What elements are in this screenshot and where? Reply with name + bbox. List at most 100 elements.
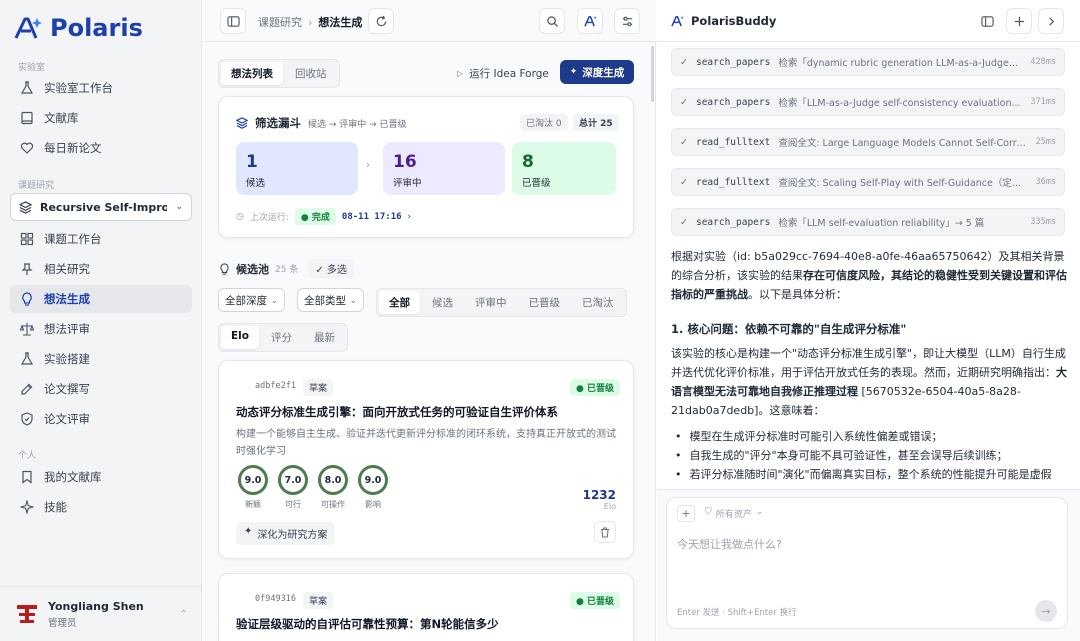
- sidebar-item[interactable]: 我的文献库: [10, 463, 192, 491]
- sidebar-icon: [980, 15, 994, 27]
- elo-score: 1232 Elo: [583, 488, 616, 511]
- assistant-header: PolarisBuddy: [657, 0, 1080, 42]
- tool-duration: 428ms: [1030, 57, 1056, 67]
- bulb-icon: [22, 292, 32, 306]
- stage-candidate[interactable]: 1 候选: [236, 142, 358, 195]
- sidebar-item-label: 论文评审: [44, 412, 90, 426]
- score-ring: 9.0 新颖: [236, 465, 270, 510]
- play-icon: ▷: [457, 68, 464, 78]
- tool-duration: 335ms: [1030, 217, 1056, 227]
- sort-tab[interactable]: 评分: [261, 326, 302, 349]
- sidebar-item[interactable]: 相关研究: [10, 255, 192, 283]
- panel-layout-button[interactable]: [974, 8, 1000, 34]
- app-logo[interactable]: Polaris: [14, 14, 143, 42]
- multi-select-button[interactable]: ✓ 多选: [308, 259, 354, 278]
- sidebar-item[interactable]: 文献库: [10, 104, 192, 132]
- tool-call-row[interactable]: ✓ search_papers 检索「LLM self-evaluation rel…: [671, 208, 1065, 236]
- bullet-dot: •: [675, 468, 682, 481]
- message-input[interactable]: 今天想让我做点什么?: [677, 536, 782, 552]
- delete-button[interactable]: [594, 521, 616, 543]
- status-filter-tab[interactable]: 候选: [422, 291, 463, 314]
- check-icon: ✓: [680, 136, 688, 148]
- tool-name: search_papers: [695, 96, 771, 108]
- sidebar-item[interactable]: 想法评审: [10, 315, 192, 343]
- bullet-text: 模型在生成评分标准时可能引入系统性偏差或错误；: [689, 430, 943, 443]
- sidebar-item-label: 文献库: [44, 111, 79, 125]
- toggle-sidebar-button[interactable]: [220, 8, 246, 34]
- user-profile[interactable]: Yongliang Shen 管理员 ⌃: [0, 586, 202, 641]
- refresh-button[interactable]: [368, 8, 394, 34]
- sidebar-item[interactable]: 每日新论文: [10, 134, 192, 162]
- sidebar-item[interactable]: 实验室工作台: [10, 74, 192, 102]
- stage-promoted[interactable]: 8 已晋级: [512, 142, 616, 195]
- tool-call-row[interactable]: ✓ search_papers 检索「dynamic rubric generati…: [671, 48, 1065, 76]
- sort-tab[interactable]: Elo: [221, 326, 259, 349]
- sliders-icon: [622, 16, 632, 26]
- deep-generate-button[interactable]: ✦ 深度生成: [560, 60, 634, 84]
- chevron-right-icon[interactable]: ›: [408, 212, 412, 222]
- sidebar-item-label: 每日新论文: [44, 141, 102, 155]
- idea-title[interactable]: 动态评分标准生成引擎：面向开放式任务的可验证自生评价体系: [236, 404, 558, 420]
- sidebar-item[interactable]: 课题工作台: [10, 225, 192, 253]
- status-filter-tab[interactable]: 已淘汰: [572, 291, 624, 314]
- ai-button[interactable]: [577, 8, 603, 34]
- tool-call-row[interactable]: ✓ read_fulltext 查阅全文: Large Language Model…: [671, 128, 1065, 156]
- status-filter-tab[interactable]: 已晋级: [519, 291, 571, 314]
- deepen-button[interactable]: ✦ 深化为研究方案: [236, 522, 336, 545]
- section-label-lab: 实验室: [18, 63, 46, 73]
- tool-call-row[interactable]: ✓ read_fulltext 查阅全文: Scaling Self-Play wi…: [671, 168, 1065, 196]
- score-value: 9.0: [358, 465, 388, 495]
- shield-icon: [21, 412, 33, 426]
- plus-icon: +: [681, 507, 691, 520]
- status-filter-tab[interactable]: 全部: [379, 291, 420, 314]
- idea-title[interactable]: 验证层级驱动的自评估可靠性预算：第N轮能信多少: [236, 616, 499, 632]
- scrollbar[interactable]: [651, 46, 654, 102]
- run-idea-forge-button[interactable]: ▷ 运行 Idea Forge: [449, 61, 557, 85]
- tool-description: 检索「LLM-as-a-Judge self-consistency evalu…: [778, 98, 1021, 109]
- tab-recycle-bin[interactable]: 回收站: [285, 62, 337, 85]
- avatar: [17, 605, 37, 623]
- user-name: Yongliang Shen: [48, 599, 144, 613]
- search-button[interactable]: [539, 8, 565, 34]
- chevron-right-icon: [1048, 16, 1054, 26]
- score-value: 8.0: [318, 465, 348, 495]
- new-chat-button[interactable]: [1006, 8, 1032, 34]
- section-label-project: 课题研究: [18, 181, 55, 191]
- assistant-panel: PolarisBuddy ✓ search_papers 检索「dynamic ru…: [657, 0, 1080, 641]
- last-run-time[interactable]: 08-11 17:16: [342, 212, 402, 222]
- depth-filter[interactable]: 全部深度 ⌄: [218, 288, 285, 312]
- idea-card[interactable]: 0f949316 草案 ● 已晋级 验证层级驱动的自评估可靠性预算：第N轮能信多…: [218, 573, 634, 641]
- status-filter-tabs: 全部 候选 评审中 已晋级 已淘汰: [376, 288, 627, 317]
- score-label: 影响: [365, 500, 381, 509]
- tab-idea-list[interactable]: 想法列表: [221, 62, 283, 85]
- tool-duration: 25ms: [1035, 137, 1056, 147]
- tool-call-row[interactable]: ✓ search_papers 检索「LLM-as-a-Judge self-con…: [671, 88, 1065, 116]
- send-button[interactable]: →: [1035, 600, 1057, 622]
- section-label-personal: 个人: [18, 451, 37, 461]
- collapse-panel-button[interactable]: [1038, 8, 1064, 34]
- deep-label: 深度生成: [582, 66, 625, 79]
- breadcrumb-parent[interactable]: 课题研究: [258, 14, 302, 30]
- bullet-dot: •: [675, 449, 682, 462]
- project-select[interactable]: Recursive Self-Improv... ⌄: [10, 193, 192, 221]
- idea-card[interactable]: adbfe2f1 草案 ● 已晋级 动态评分标准生成引擎：面向开放式任务的可验证…: [218, 360, 634, 559]
- stage-review[interactable]: 16 评审中: [383, 142, 505, 195]
- bullet-item: • 自我生成的"评分"本身可能不具可验证性，甚至会误导后续训练；: [675, 446, 1067, 465]
- sidebar-item[interactable]: 论文评审: [10, 405, 192, 433]
- sort-tab[interactable]: 最新: [304, 326, 345, 349]
- message-bullets: • 模型在生成评分标准时可能引入系统性偏差或错误； • 自我生成的"评分"本身可能不具…: [675, 427, 1067, 484]
- sidebar-item[interactable]: 实验搭建: [10, 345, 192, 373]
- scope-select[interactable]: ⛉ 所有资产 ⌄: [705, 507, 763, 520]
- elo-label: Elo: [603, 502, 616, 511]
- chevron-up-icon[interactable]: ⌃: [180, 609, 188, 620]
- sidebar-item[interactable]: 想法生成: [10, 285, 192, 313]
- bullet-item: • 若评分标准随时间"演化"而偏离真实目标，整个系统的性能提升可能是虚假: [675, 465, 1067, 484]
- sidebar-item[interactable]: 技能: [10, 493, 192, 521]
- sidebar-item[interactable]: 论文撰写: [10, 375, 192, 403]
- settings-button[interactable]: [614, 8, 640, 34]
- status-filter-tab[interactable]: 评审中: [465, 291, 517, 314]
- attach-button[interactable]: +: [677, 505, 695, 522]
- score-ring: 7.0 可行: [276, 465, 310, 510]
- type-filter[interactable]: 全部类型 ⌄: [297, 288, 364, 312]
- elo-value: 1232: [582, 488, 616, 502]
